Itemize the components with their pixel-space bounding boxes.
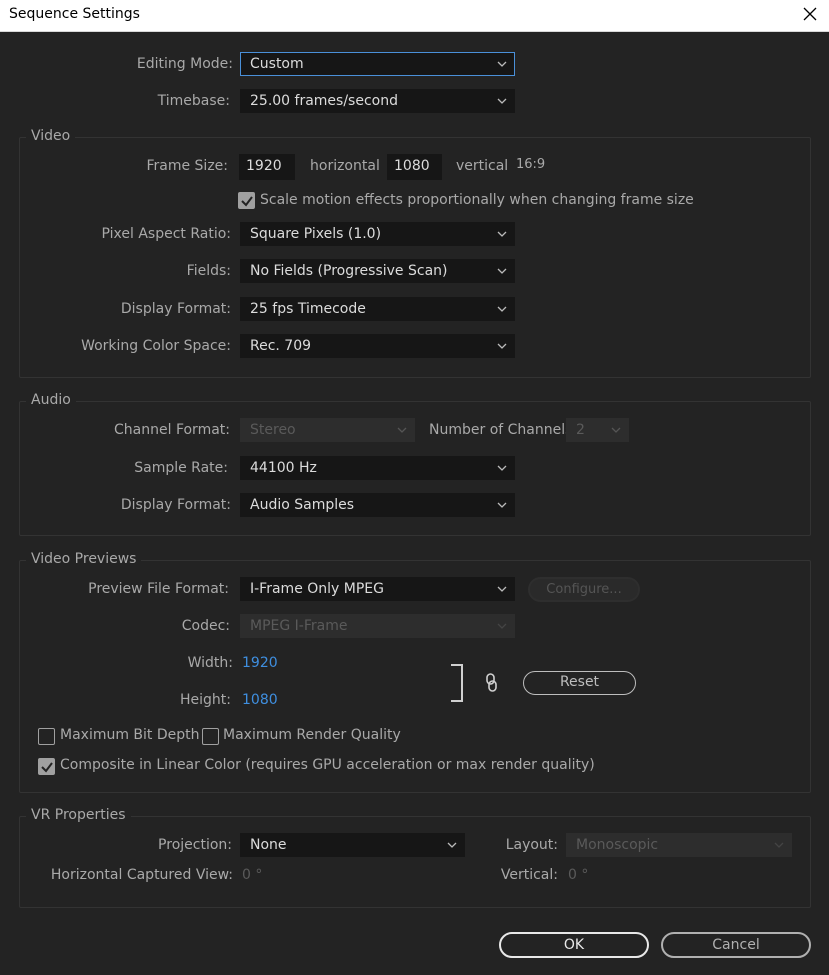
frame-height-input[interactable]: 1080 <box>387 154 442 180</box>
channel-format-dropdown[interactable]: Stereo <box>240 418 415 442</box>
chevron-down-icon <box>497 61 507 67</box>
video-display-format-dropdown[interactable]: 25 fps Timecode <box>240 297 515 321</box>
fields-label: Fields: <box>186 263 231 279</box>
ok-button[interactable]: OK <box>499 932 649 958</box>
codec-label: Codec: <box>181 618 230 634</box>
max-bit-depth-label: Maximum Bit Depth <box>60 727 200 743</box>
audio-display-format-label: Display Format: <box>120 497 231 513</box>
sample-rate-value: 44100 Hz <box>250 460 317 476</box>
frame-size-label: Frame Size: <box>146 158 228 174</box>
chevron-down-icon <box>497 343 507 349</box>
chevron-down-icon <box>497 268 507 274</box>
preview-file-format-dropdown[interactable]: I-Frame Only MPEG <box>240 577 515 601</box>
vr-properties-group-title: VR Properties <box>26 807 131 823</box>
checkmark-icon <box>41 762 53 773</box>
title-bar: Sequence Settings <box>0 0 829 32</box>
pixel-aspect-dropdown[interactable]: Square Pixels (1.0) <box>240 222 515 246</box>
aspect-ratio-text: 16:9 <box>516 157 546 172</box>
horizontal-captured-view-value: 0 ° <box>242 867 263 883</box>
vertical-view-value: 0 ° <box>568 867 589 883</box>
scale-motion-label: Scale motion effects proportionally when… <box>260 192 694 208</box>
codec-dropdown[interactable]: MPEG I-Frame <box>240 614 515 638</box>
audio-display-format-value: Audio Samples <box>250 497 355 513</box>
editing-mode-value: Custom <box>250 56 304 72</box>
number-of-channels-value: 2 <box>576 422 585 438</box>
window-title: Sequence Settings <box>9 6 140 22</box>
pixel-aspect-label: Pixel Aspect Ratio: <box>101 226 232 242</box>
chevron-down-icon <box>774 842 784 848</box>
cancel-button[interactable]: Cancel <box>661 932 811 958</box>
fields-value: No Fields (Progressive Scan) <box>250 263 448 279</box>
editing-mode-dropdown[interactable]: Custom <box>240 52 515 76</box>
frame-width-input[interactable]: 1920 <box>239 154 295 180</box>
scale-motion-checkbox[interactable] <box>238 192 255 209</box>
checkmark-icon <box>241 196 253 207</box>
timebase-dropdown[interactable]: 25.00 frames/second <box>240 89 515 113</box>
link-icon[interactable] <box>484 673 498 693</box>
configure-button[interactable]: Configure... <box>528 577 640 602</box>
projection-dropdown[interactable]: None <box>240 833 465 857</box>
close-icon[interactable] <box>797 3 823 27</box>
video-group-title: Video <box>26 128 76 144</box>
audio-group-title: Audio <box>26 392 76 408</box>
color-space-dropdown[interactable]: Rec. 709 <box>240 334 515 358</box>
width-value[interactable]: 1920 <box>242 655 278 671</box>
vertical-view-label: Vertical: <box>500 867 558 883</box>
projection-label: Projection: <box>158 837 232 853</box>
height-value[interactable]: 1080 <box>242 692 278 708</box>
reset-button[interactable]: Reset <box>523 671 636 695</box>
editing-mode-label: Editing Mode: <box>136 56 233 72</box>
chevron-down-icon <box>497 306 507 312</box>
chevron-down-icon <box>447 842 457 848</box>
horizontal-captured-view-label: Horizontal Captured View: <box>50 867 233 883</box>
color-space-label: Working Color Space: <box>81 338 231 354</box>
projection-value: None <box>250 837 287 853</box>
chevron-down-icon <box>497 98 507 104</box>
video-display-format-label: Display Format: <box>120 301 231 317</box>
chevron-down-icon <box>611 427 621 433</box>
layout-dropdown[interactable]: Monoscopic <box>566 833 792 857</box>
timebase-value: 25.00 frames/second <box>250 93 398 109</box>
vr-properties-group <box>19 816 811 908</box>
channel-format-label: Channel Format: <box>114 422 230 438</box>
channel-format-value: Stereo <box>250 422 296 438</box>
horizontal-label: horizontal <box>310 158 380 174</box>
chevron-down-icon <box>497 231 507 237</box>
chevron-down-icon <box>497 586 507 592</box>
sample-rate-label: Sample Rate: <box>134 460 228 476</box>
vertical-label: vertical <box>456 158 509 174</box>
fields-dropdown[interactable]: No Fields (Progressive Scan) <box>240 259 515 283</box>
video-display-format-value: 25 fps Timecode <box>250 301 366 317</box>
pixel-aspect-value: Square Pixels (1.0) <box>250 226 382 242</box>
number-of-channels-dropdown[interactable]: 2 <box>566 418 629 442</box>
layout-value: Monoscopic <box>576 837 659 853</box>
number-of-channels-label: Number of Channels: <box>429 422 578 438</box>
timebase-label: Timebase: <box>157 93 230 109</box>
chevron-down-icon <box>497 502 507 508</box>
chevron-down-icon <box>397 427 407 433</box>
composite-linear-label: Composite in Linear Color (requires GPU … <box>60 757 595 773</box>
max-render-quality-checkbox[interactable] <box>202 728 219 745</box>
codec-value: MPEG I-Frame <box>250 618 348 634</box>
color-space-value: Rec. 709 <box>250 338 312 354</box>
width-label: Width: <box>187 655 233 671</box>
max-bit-depth-checkbox[interactable] <box>38 728 55 745</box>
constrain-bracket-icon <box>451 664 463 702</box>
composite-linear-checkbox[interactable] <box>38 758 55 775</box>
video-previews-group-title: Video Previews <box>26 551 142 567</box>
chevron-down-icon <box>497 465 507 471</box>
max-render-quality-label: Maximum Render Quality <box>223 727 401 743</box>
height-label: Height: <box>180 692 231 708</box>
audio-display-format-dropdown[interactable]: Audio Samples <box>240 493 515 517</box>
sample-rate-dropdown[interactable]: 44100 Hz <box>240 456 515 480</box>
layout-label: Layout: <box>505 837 558 853</box>
preview-file-format-value: I-Frame Only MPEG <box>250 581 384 597</box>
chevron-down-icon <box>497 623 507 629</box>
preview-file-format-label: Preview File Format: <box>88 581 229 597</box>
